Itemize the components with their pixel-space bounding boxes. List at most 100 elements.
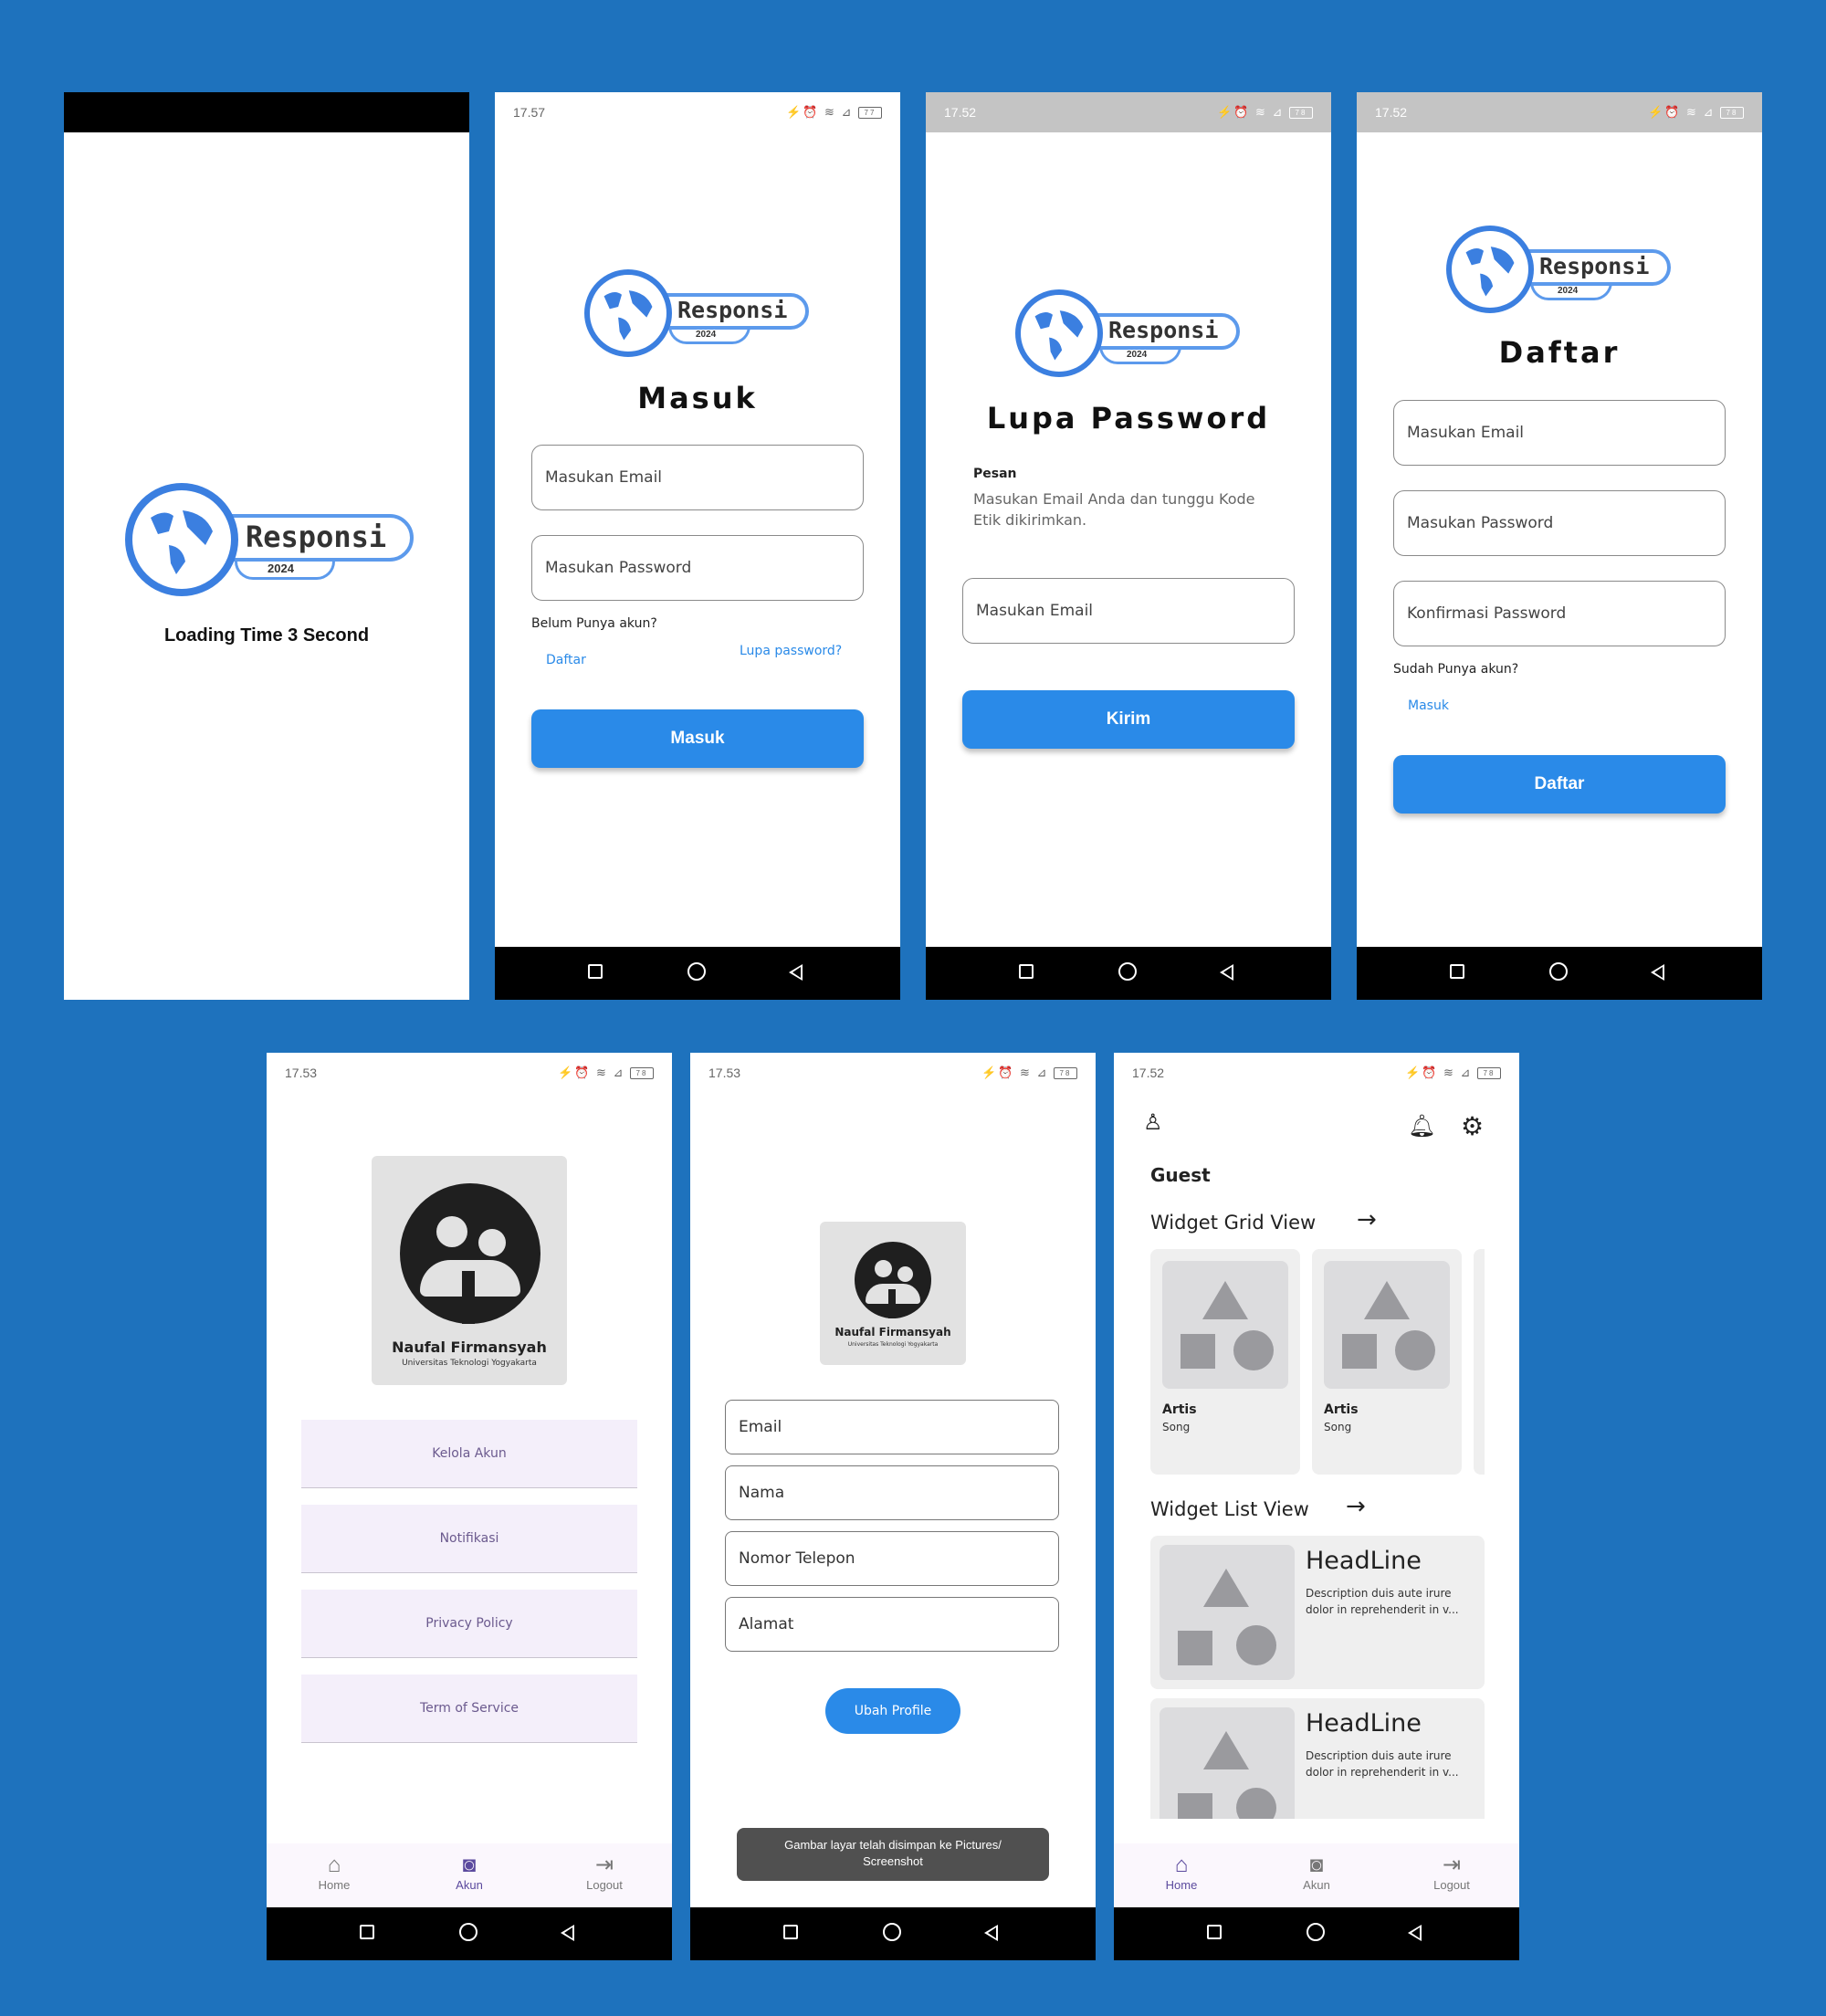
login-link[interactable]: Masuk	[1408, 698, 1449, 713]
profile-card: Naufal Firmansyah Universitas Teknologi …	[372, 1156, 567, 1385]
register-screen: 17.52 ⚡⏰ ≋ ⊿ 78 Responsi 2024 Daftar Masu…	[1357, 92, 1762, 1000]
loading-caption: Loading Time 3 Second	[163, 625, 370, 646]
forgot-password-link[interactable]: Lupa password?	[740, 644, 842, 658]
status-bar: 17.53 ⚡⏰ ≋ ⊿ 78	[267, 1053, 672, 1093]
password-field[interactable]: Masukan Password	[1393, 490, 1726, 556]
recent-apps-icon[interactable]	[588, 964, 603, 979]
profile-university: Universitas Teknologi Yogyakarta	[847, 1341, 939, 1348]
home-circle-icon[interactable]	[459, 1923, 477, 1941]
account-screen: 17.53 ⚡⏰ ≋ ⊿ 78 Naufal Firmansyah Univers…	[267, 1053, 672, 1960]
menu-notifications[interactable]: Notifikasi	[301, 1505, 637, 1573]
grid-section-title: Widget Grid View	[1150, 1212, 1317, 1234]
placeholder-image-icon	[1160, 1707, 1295, 1819]
logo-year: 2024	[1558, 286, 1579, 296]
list-item[interactable]: HeadLine Description duis aute irure dol…	[1150, 1536, 1485, 1689]
send-button[interactable]: Kirim	[962, 690, 1295, 749]
nav-home[interactable]: ⌂ Home	[289, 1853, 380, 1892]
name-field[interactable]: Nama	[725, 1465, 1059, 1520]
nav-account[interactable]: ◙ Akun	[424, 1853, 515, 1892]
globe-icon	[1446, 226, 1534, 313]
list-item-headline: HeadLine	[1306, 1709, 1422, 1738]
update-profile-button[interactable]: Ubah Profile	[825, 1688, 960, 1734]
nav-home-label: Home	[318, 1878, 351, 1892]
status-icons: ⚡⏰ ≋ ⊿ 78	[1217, 105, 1313, 120]
back-icon[interactable]	[561, 1925, 574, 1941]
menu-manage-account[interactable]: Kelola Akun	[301, 1420, 637, 1488]
status-time: 17.53	[285, 1066, 318, 1080]
grid-card-partial[interactable]	[1474, 1249, 1485, 1475]
account-box-icon: ◙	[1309, 1853, 1324, 1877]
status-time: 17.52	[944, 105, 977, 120]
app-logo: Responsi 2024	[584, 269, 813, 357]
nav-home-label: Home	[1165, 1878, 1198, 1892]
back-icon[interactable]	[1651, 964, 1664, 981]
back-icon[interactable]	[789, 964, 803, 981]
no-account-label: Belum Punya akun?	[531, 616, 657, 631]
recent-apps-icon[interactable]	[783, 1925, 798, 1939]
list-item[interactable]: HeadLine Description duis aute irure dol…	[1150, 1698, 1485, 1819]
recent-apps-icon[interactable]	[1450, 964, 1464, 979]
profile-icon[interactable]: ♙	[1143, 1109, 1163, 1135]
home-circle-icon[interactable]	[1118, 962, 1137, 981]
logo-year: 2024	[268, 562, 294, 575]
message-text: Masukan Email Anda dan tunggu Kode Etik …	[973, 490, 1255, 529]
phone-field[interactable]: Nomor Telepon	[725, 1531, 1059, 1586]
back-icon[interactable]	[1408, 1925, 1422, 1941]
nav-account[interactable]: ◙ Akun	[1271, 1853, 1362, 1892]
status-bar	[64, 92, 469, 132]
email-field[interactable]: Masukan Email	[531, 445, 864, 510]
nav-account-label: Akun	[456, 1878, 483, 1892]
recent-apps-icon[interactable]	[1019, 964, 1034, 979]
globe-icon	[584, 269, 672, 357]
home-circle-icon[interactable]	[687, 962, 706, 981]
system-nav-bar	[690, 1907, 1096, 1960]
back-icon[interactable]	[984, 1925, 998, 1941]
register-link[interactable]: Daftar	[546, 653, 586, 667]
home-circle-icon[interactable]	[883, 1923, 901, 1941]
email-field[interactable]: Masukan Email	[962, 578, 1295, 644]
placeholder-image-icon	[1160, 1545, 1295, 1680]
status-icons: ⚡⏰ ≋ ⊿ 78	[558, 1066, 654, 1080]
status-time: 17.53	[708, 1066, 741, 1080]
menu-privacy-policy[interactable]: Privacy Policy	[301, 1590, 637, 1658]
address-field[interactable]: Alamat	[725, 1597, 1059, 1652]
list-item-headline: HeadLine	[1306, 1547, 1422, 1575]
bottom-nav: ⌂ Home ◙ Akun ⇥ Logout	[1114, 1843, 1519, 1907]
home-circle-icon[interactable]	[1307, 1923, 1325, 1941]
status-icons: ⚡⏰ ≋ ⊿ 78	[981, 1066, 1077, 1080]
home-circle-icon[interactable]	[1549, 962, 1568, 981]
grid-arrow-icon[interactable]: →	[1357, 1206, 1377, 1234]
page-title: Masuk	[637, 381, 758, 415]
logo-year: 2024	[696, 330, 717, 340]
recent-apps-icon[interactable]	[360, 1925, 374, 1939]
recent-apps-icon[interactable]	[1207, 1925, 1222, 1939]
email-field[interactable]: Masukan Email	[1393, 400, 1726, 466]
account-box-icon: ◙	[462, 1853, 477, 1877]
profile-avatar-icon	[855, 1242, 931, 1318]
email-field[interactable]: Email	[725, 1400, 1059, 1454]
register-button[interactable]: Daftar	[1393, 755, 1726, 814]
status-bar: 17.52 ⚡⏰ ≋ ⊿ 78	[1114, 1053, 1519, 1093]
app-logo: Responsi 2024	[1446, 226, 1674, 313]
list-arrow-icon[interactable]: →	[1346, 1493, 1366, 1520]
settings-gear-icon[interactable]: ⚙	[1461, 1111, 1484, 1141]
menu-terms-of-service[interactable]: Term of Service	[301, 1675, 637, 1743]
confirm-password-field[interactable]: Konfirmasi Password	[1393, 581, 1726, 646]
list-section-title: Widget List View	[1150, 1498, 1309, 1520]
grid-card[interactable]: Artis Song	[1150, 1249, 1300, 1475]
nav-logout[interactable]: ⇥ Logout	[1406, 1853, 1497, 1892]
nav-logout-label: Logout	[586, 1878, 623, 1892]
nav-account-label: Akun	[1303, 1878, 1330, 1892]
nav-logout[interactable]: ⇥ Logout	[559, 1853, 650, 1892]
grid-card[interactable]: Artis Song	[1312, 1249, 1462, 1475]
status-bar: 17.52 ⚡⏰ ≋ ⊿ 78	[926, 92, 1331, 132]
grid-card-title: Artis	[1324, 1402, 1359, 1417]
status-bar: 17.53 ⚡⏰ ≋ ⊿ 78	[690, 1053, 1096, 1093]
password-field[interactable]: Masukan Password	[531, 535, 864, 601]
notification-bell-icon[interactable]: 🔔︎	[1408, 1113, 1435, 1139]
logo-word: Responsi	[1539, 253, 1650, 279]
nav-home[interactable]: ⌂ Home	[1136, 1853, 1227, 1892]
app-logo: Responsi 2024	[1015, 289, 1244, 377]
back-icon[interactable]	[1220, 964, 1233, 981]
login-button[interactable]: Masuk	[531, 709, 864, 768]
